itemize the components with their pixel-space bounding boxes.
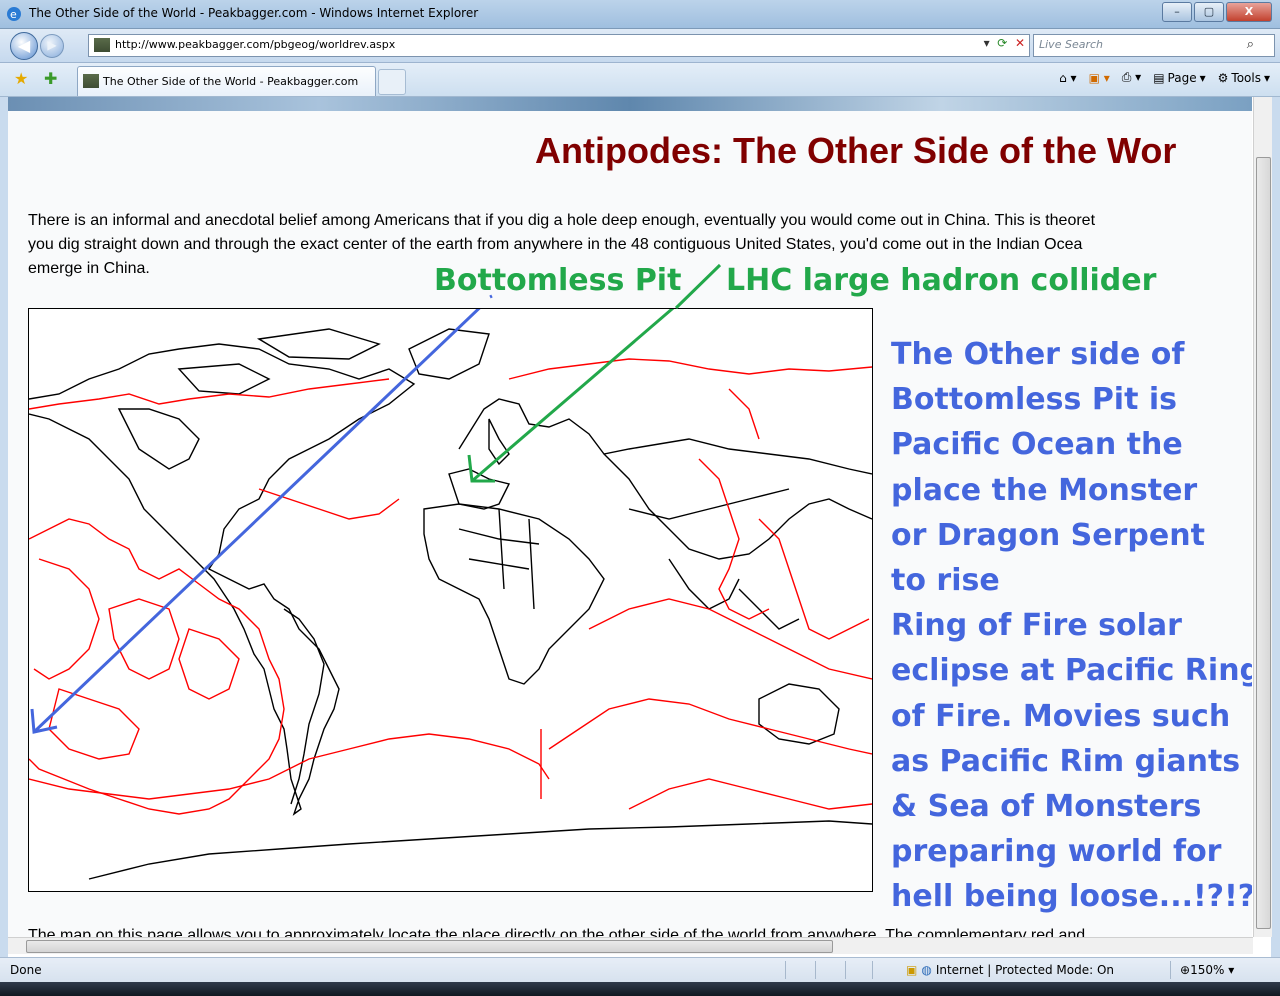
svg-text:e: e [10, 8, 17, 21]
maximize-button[interactable]: ▢ [1194, 2, 1224, 22]
forward-button[interactable]: ▶ [40, 34, 64, 58]
dropdown-icon[interactable]: ▾ [984, 36, 990, 50]
blue-line: hell being loose...!?!? [891, 879, 1252, 915]
refresh-icon[interactable]: ⟳ [997, 36, 1007, 50]
zoom-icon: ⊕ [1180, 963, 1191, 977]
tools-menu-label: Tools [1231, 70, 1261, 85]
print-icon[interactable]: ⎙ ▾ [1122, 70, 1141, 85]
horizontal-scrollbar[interactable] [8, 937, 1253, 954]
pit-arrow-tail [489, 294, 493, 299]
tab-bar: ★ ✚ The Other Side of the World - Peakba… [0, 63, 1280, 97]
tab-current[interactable]: The Other Side of the World - Peakbagger… [77, 66, 376, 96]
taskbar [0, 982, 1280, 996]
stop-icon[interactable]: ✕ [1015, 36, 1025, 50]
ie-logo-icon: e [7, 7, 21, 21]
feeds-icon[interactable]: ▣ ▾ [1089, 71, 1110, 85]
zoom-level[interactable]: ⊕150% ▾ [1180, 963, 1234, 977]
search-box[interactable]: Live Search ⌕ [1033, 34, 1275, 57]
tab-label: The Other Side of the World - Peakbagger… [103, 75, 359, 88]
blue-line: or Dragon Serpent [891, 517, 1205, 553]
blue-line: of Fire. Movies such [891, 698, 1231, 734]
address-url[interactable]: http://www.peakbagger.com/pbgeog/worldre… [115, 38, 395, 51]
back-icon: ◀ [17, 36, 31, 55]
favorites-star-icon[interactable]: ★ [14, 69, 28, 88]
lhc-arrow-tail [674, 263, 722, 310]
close-button[interactable]: X [1226, 2, 1272, 22]
blue-line: preparing world for [891, 834, 1222, 870]
blue-line: as Pacific Rim giants [891, 743, 1241, 779]
search-icon[interactable]: ⌕ [1247, 37, 1254, 52]
lock-icon: ▣ [906, 963, 918, 977]
blue-line: The Other side of [891, 337, 1185, 372]
blue-line: to rise [891, 563, 1000, 599]
forward-icon: ▶ [47, 38, 57, 52]
page-icon: ▤ [1153, 70, 1165, 85]
vertical-scrollbar[interactable] [1253, 97, 1272, 937]
site-favicon-icon [94, 38, 110, 52]
blue-annotation-text: The Other side of Bottomless Pit is Paci… [891, 332, 1252, 920]
tools-gear-icon: ⚙ [1217, 70, 1229, 85]
antipode-outlines-red [29, 358, 872, 815]
navigation-bar: ◀ ▶ http://www.peakbagger.com/pbgeog/wor… [0, 29, 1280, 63]
home-icon[interactable]: ⌂ ▾ [1059, 71, 1076, 85]
page-menu-label: Page [1167, 70, 1197, 85]
window-frame-left [0, 97, 8, 957]
tab-favicon-icon [83, 74, 99, 88]
status-bar: Done ▣ ◍ Internet | Protected Mode: On ⊕… [0, 957, 1280, 983]
address-bar[interactable]: http://www.peakbagger.com/pbgeog/worldre… [88, 34, 1030, 57]
blue-line: Ring of Fire solar [891, 608, 1182, 644]
blue-line: Bottomless Pit is [891, 382, 1178, 418]
tools-menu[interactable]: ⚙ Tools ▾ [1218, 71, 1270, 85]
search-input[interactable]: Live Search [1039, 38, 1103, 51]
window-frame-right [1271, 97, 1280, 957]
add-favorites-icon[interactable]: ✚ [44, 69, 57, 88]
security-zone[interactable]: ▣ ◍ Internet | Protected Mode: On [906, 963, 1114, 977]
vertical-scroll-thumb[interactable] [1256, 157, 1271, 929]
blue-line: & Sea of Monsters [891, 789, 1202, 825]
new-tab-button[interactable] [378, 69, 406, 95]
horizontal-scroll-thumb[interactable] [26, 940, 833, 953]
minimize-button[interactable]: – [1162, 2, 1192, 22]
bottom-paragraph: The map on this page allows you to appro… [28, 927, 1086, 937]
page-content: Antipodes: The Other Side of the Wor The… [8, 97, 1252, 937]
blue-line: eclipse at Pacific Ring [891, 653, 1252, 689]
page-menu[interactable]: ▤ Page ▾ [1153, 71, 1205, 85]
zoom-value: 150% [1190, 963, 1225, 977]
window-titlebar: e The Other Side of the World - Peakbagg… [0, 0, 1280, 29]
blue-line: Pacific Ocean the [891, 427, 1183, 463]
window-title: The Other Side of the World - Peakbagger… [29, 6, 479, 20]
status-text: Done [10, 963, 42, 977]
globe-icon: ◍ [921, 963, 932, 977]
zone-text: Internet | Protected Mode: On [935, 963, 1114, 977]
blue-line: place the Monster [891, 472, 1198, 508]
back-button[interactable]: ◀ [10, 32, 38, 60]
lhc-arrowhead [467, 454, 495, 483]
